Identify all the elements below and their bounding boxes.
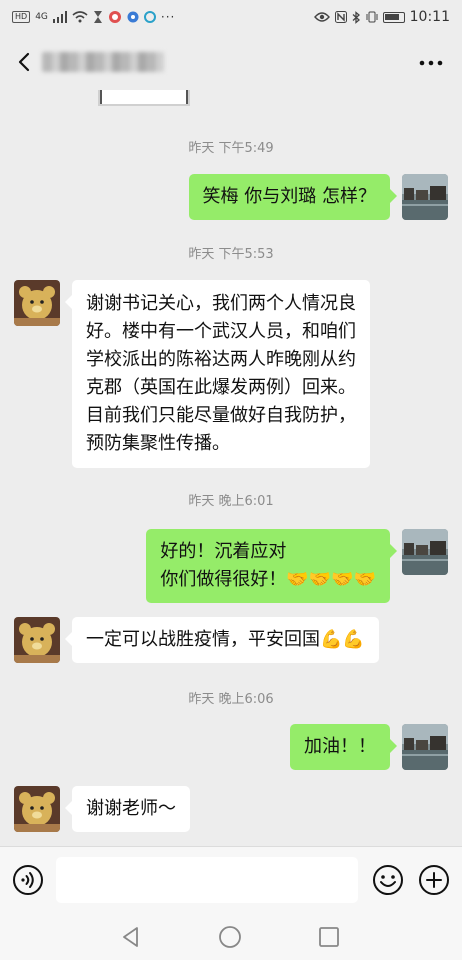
message-input[interactable] xyxy=(56,857,358,903)
chat-header xyxy=(0,34,462,90)
received-message-bubble[interactable]: 谢谢书记关心，我们两个人情况良 好。楼中有一个武汉人员，和咱们 学校派出的陈裕达… xyxy=(65,280,370,468)
system-navigation-bar xyxy=(0,912,462,960)
message-line: 笑梅 你与刘璐 怎样？ xyxy=(202,186,376,207)
contact-avatar[interactable] xyxy=(14,786,60,832)
chat-title-redacted xyxy=(42,52,164,72)
sent-message-bubble[interactable]: 好的！沉着应对 你们做得很好！🤝🤝🤝🤝 xyxy=(146,529,397,603)
vibrate-icon xyxy=(366,11,378,23)
message-line: 好。楼中有一个武汉人员，和咱们 xyxy=(86,321,356,342)
message-list[interactable]: 昨天 下午5:49 笑梅 你与刘璐 怎样？ 昨天 下午5:53 谢谢书记关心，我… xyxy=(0,90,462,846)
timestamp: 昨天 晚上6:01 xyxy=(188,494,274,509)
message-line: 预防集聚性传播。 xyxy=(86,433,230,454)
timestamp: 昨天 下午5:53 xyxy=(188,247,274,262)
teddy-bear-avatar-icon xyxy=(14,617,60,663)
message-line: 你们做得很好！🤝🤝🤝🤝 xyxy=(160,569,376,590)
nfc-icon xyxy=(334,11,347,23)
chevron-left-icon xyxy=(18,52,30,72)
status-bar: HD 4G ··· 10:11 xyxy=(0,0,462,34)
emoji-icon xyxy=(373,865,403,895)
back-button[interactable] xyxy=(10,44,42,80)
received-message-bubble[interactable]: 谢谢老师～ xyxy=(65,786,190,832)
hourglass-icon xyxy=(93,11,102,23)
teddy-bear-avatar-icon xyxy=(14,280,60,326)
sent-message-bubble[interactable]: 笑梅 你与刘璐 怎样？ xyxy=(188,174,398,220)
timestamp: 昨天 晚上6:06 xyxy=(188,692,274,707)
bluetooth-icon xyxy=(352,10,360,24)
my-avatar[interactable] xyxy=(402,529,448,575)
square-recent-icon xyxy=(319,927,339,947)
system-back-button[interactable] xyxy=(118,924,144,950)
emoji-button[interactable] xyxy=(372,864,404,896)
message-line: 加油！！ xyxy=(304,736,376,757)
network-label: 4G xyxy=(35,12,48,22)
input-bar xyxy=(0,846,462,912)
landscape-avatar-icon xyxy=(402,529,448,575)
more-button[interactable] xyxy=(416,52,446,74)
hd-badge: HD xyxy=(12,11,31,23)
received-message-bubble[interactable]: 一定可以战胜疫情，平安回国💪💪 xyxy=(65,617,379,663)
contact-avatar[interactable] xyxy=(14,617,60,663)
battery-icon xyxy=(382,11,405,23)
message-line: 谢谢书记关心，我们两个人情况良 xyxy=(86,293,356,314)
status-bar-left: HD 4G ··· xyxy=(12,10,175,24)
plus-icon xyxy=(419,865,449,895)
signal-icon xyxy=(52,11,67,23)
status-bar-right: 10:11 xyxy=(313,9,450,25)
more-notifications-icon: ··· xyxy=(160,10,176,24)
timestamp: 昨天 下午5:49 xyxy=(188,141,274,156)
triangle-back-icon xyxy=(123,927,138,947)
app-notification-icon-3 xyxy=(143,11,156,23)
message-line: 克郡（英国在此爆发两例）回来。 xyxy=(86,377,356,398)
message-line: 一定可以战胜疫情，平安回国💪💪 xyxy=(86,629,365,650)
status-time: 10:11 xyxy=(409,9,450,25)
more-dots-icon xyxy=(419,60,443,66)
message-line: 学校派出的陈裕达两人昨晚刚从约 xyxy=(86,349,356,370)
app-notification-icon xyxy=(108,11,121,23)
message-line: 谢谢老师～ xyxy=(86,798,176,819)
sent-message-bubble[interactable]: 加油！！ xyxy=(290,724,397,770)
previous-image-message[interactable] xyxy=(98,90,190,106)
app-notification-icon-2 xyxy=(127,11,139,23)
system-recent-apps-button[interactable] xyxy=(316,924,342,950)
plus-button[interactable] xyxy=(418,864,450,896)
eye-icon xyxy=(313,12,330,22)
my-avatar[interactable] xyxy=(402,174,448,220)
contact-avatar[interactable] xyxy=(14,280,60,326)
voice-icon xyxy=(13,865,43,895)
landscape-avatar-icon xyxy=(402,724,448,770)
system-home-button[interactable] xyxy=(217,924,243,950)
my-avatar[interactable] xyxy=(402,724,448,770)
teddy-bear-avatar-icon xyxy=(14,786,60,832)
message-line: 好的！沉着应对 xyxy=(160,541,287,562)
voice-button[interactable] xyxy=(12,864,44,896)
wifi-icon xyxy=(72,11,88,23)
landscape-avatar-icon xyxy=(402,174,448,220)
circle-home-icon xyxy=(219,926,241,948)
message-line: 目前我们只能尽量做好自我防护， xyxy=(86,405,356,426)
